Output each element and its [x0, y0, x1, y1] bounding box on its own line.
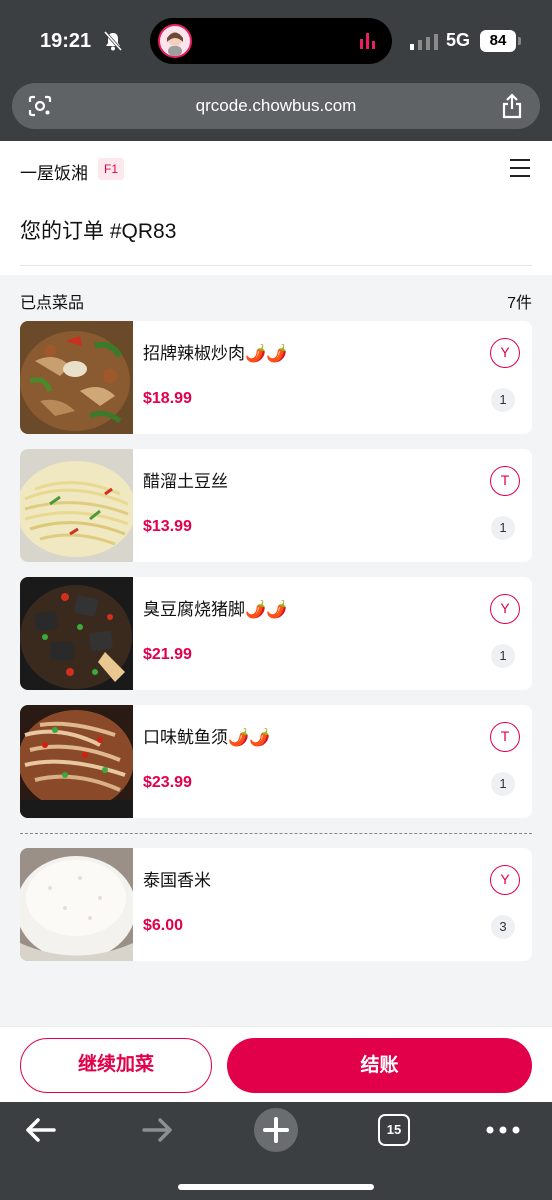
avatar-icon [167, 32, 183, 56]
dynamic-island [150, 18, 392, 64]
table-badge: F1 [98, 158, 125, 180]
dish-image [20, 848, 133, 961]
url-text[interactable]: qrcode.chowbus.com [12, 83, 540, 129]
dish-image [20, 449, 133, 562]
dish-image [20, 705, 133, 818]
diner-tag: T [490, 466, 520, 496]
new-tab-button[interactable] [254, 1108, 298, 1152]
section-label: 已点菜品 [20, 295, 85, 312]
diner-tag: Y [490, 338, 520, 368]
action-bar: 继续加菜 结账 [0, 1026, 552, 1102]
share-icon[interactable] [500, 93, 524, 119]
checkout-button[interactable]: 结账 [227, 1038, 532, 1093]
list-item[interactable]: 招牌辣椒炒肉🌶️🌶️ $18.99 Y 1 [20, 321, 532, 434]
status-time: 19:21 [40, 30, 92, 52]
diner-tag: Y [490, 594, 520, 624]
dish-price: $18.99 [143, 390, 192, 407]
dish-image [20, 577, 133, 690]
page-header: 一屋饭湘 F1 [0, 141, 552, 197]
browser-bottom-toolbar: 15 [0, 1102, 552, 1200]
dish-name: 口味鱿鱼须🌶️🌶️ [143, 728, 271, 747]
dish-name: 臭豆腐烧猪脚🌶️🌶️ [143, 600, 288, 619]
list-item[interactable]: 口味鱿鱼须🌶️🌶️ $23.99 T 1 [20, 705, 532, 818]
item-count: 7件 [507, 295, 532, 312]
dish-price: $6.00 [143, 917, 184, 934]
back-arrow-icon[interactable] [24, 1116, 56, 1144]
dish-image [20, 321, 133, 434]
page-title: 您的订单 #QR83 [20, 220, 177, 243]
order-page: 一屋饭湘 F1 您的订单 #QR83 已点菜品 7件 招牌辣椒炒肉🌶️🌶️ $1… [0, 141, 552, 1026]
quantity-badge: 1 [491, 772, 515, 796]
plus-icon [263, 1117, 289, 1143]
quantity-badge: 1 [491, 388, 515, 412]
url-bar[interactable]: qrcode.chowbus.com [12, 83, 540, 129]
list-item[interactable]: 臭豆腐烧猪脚🌶️🌶️ $21.99 Y 1 [20, 577, 532, 690]
restaurant-name: 一屋饭湘 [20, 164, 88, 183]
hamburger-menu-icon[interactable] [510, 159, 530, 177]
diner-tag: T [490, 722, 520, 752]
battery-level: 84 [480, 30, 516, 52]
dish-price: $13.99 [143, 518, 192, 535]
network-type: 5G [446, 30, 471, 50]
dish-name: 醋溜土豆丝 [143, 472, 228, 491]
add-more-button[interactable]: 继续加菜 [20, 1038, 212, 1093]
dish-price: $21.99 [143, 646, 192, 663]
list-item[interactable]: 醋溜土豆丝 $13.99 T 1 [20, 449, 532, 562]
dashed-separator [20, 833, 532, 834]
list-item[interactable]: 泰国香米 $6.00 Y 3 [20, 848, 532, 961]
avatar [158, 24, 192, 58]
quantity-badge: 1 [491, 516, 515, 540]
divider [20, 265, 532, 266]
audio-bars-icon [360, 33, 375, 49]
dish-name: 泰国香米 [143, 871, 211, 890]
status-bar: 19:21 5G 84 [0, 18, 552, 64]
forward-arrow-icon[interactable] [142, 1116, 174, 1144]
tab-switcher-button[interactable]: 15 [378, 1114, 410, 1146]
diner-tag: Y [490, 865, 520, 895]
quantity-badge: 1 [491, 644, 515, 668]
dish-price: $23.99 [143, 774, 192, 791]
quantity-badge: 3 [491, 915, 515, 939]
silent-bell-icon [103, 31, 123, 51]
browser-top-chrome: 19:21 5G 84 qrcode.chowbus.com [0, 0, 552, 141]
more-options-icon[interactable] [486, 1126, 520, 1134]
cellular-signal-icon [410, 34, 438, 50]
dish-name: 招牌辣椒炒肉🌶️🌶️ [143, 344, 288, 363]
home-indicator [178, 1184, 374, 1190]
battery-tip [518, 37, 521, 45]
